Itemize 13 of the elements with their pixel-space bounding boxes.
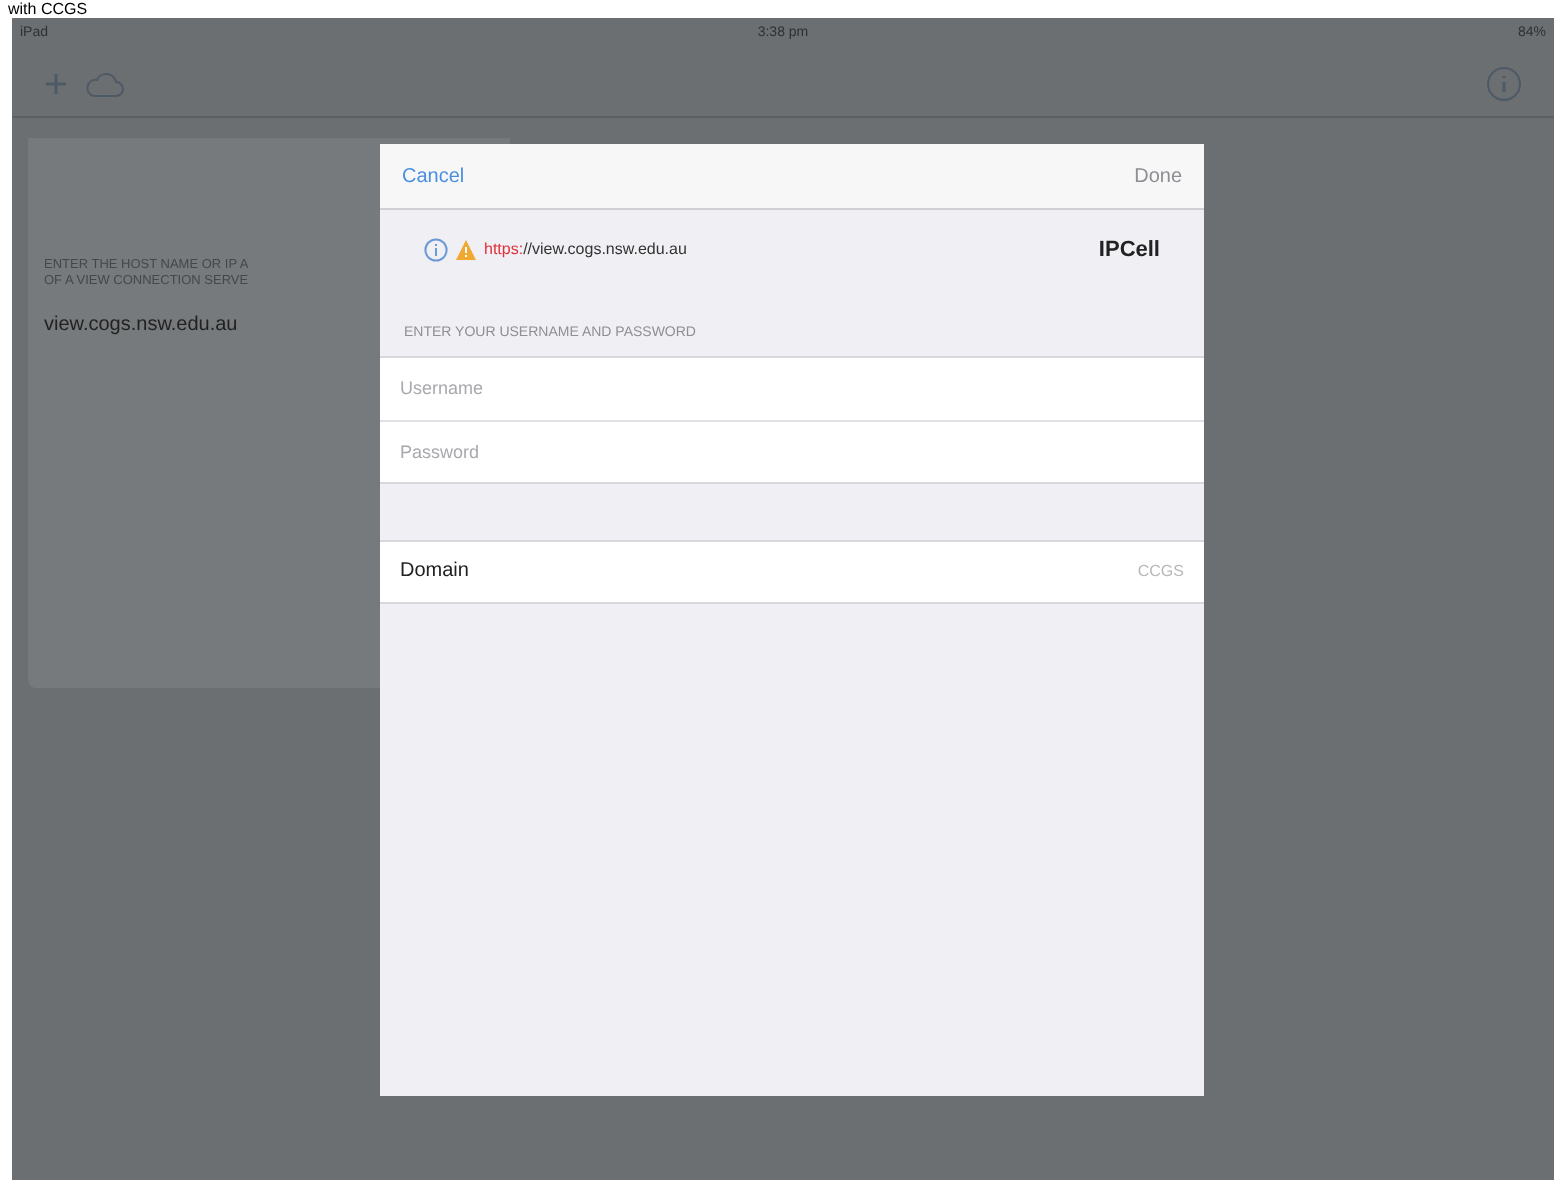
login-field[interactable]: Password xyxy=(380,419,1204,483)
add-icon[interactable] xyxy=(44,71,68,95)
info-icon[interactable] xyxy=(1486,65,1522,101)
cloud-icon[interactable] xyxy=(84,69,124,97)
domain-value[interactable]: CCGS xyxy=(1137,559,1184,583)
info-icon[interactable] xyxy=(424,238,448,262)
page-heading: with CCGS xyxy=(6,0,90,18)
server-url: https://view.cogs.nsw.edu.au xyxy=(484,238,687,262)
brand-logo: IPCell xyxy=(1098,235,1160,266)
login-field[interactable]: Username xyxy=(380,355,1204,419)
domain-label: Domain xyxy=(400,558,469,586)
server-address[interactable]: view.cogs.nsw.edu.au xyxy=(44,310,238,340)
cancel-button[interactable]: Cancel xyxy=(402,161,465,191)
